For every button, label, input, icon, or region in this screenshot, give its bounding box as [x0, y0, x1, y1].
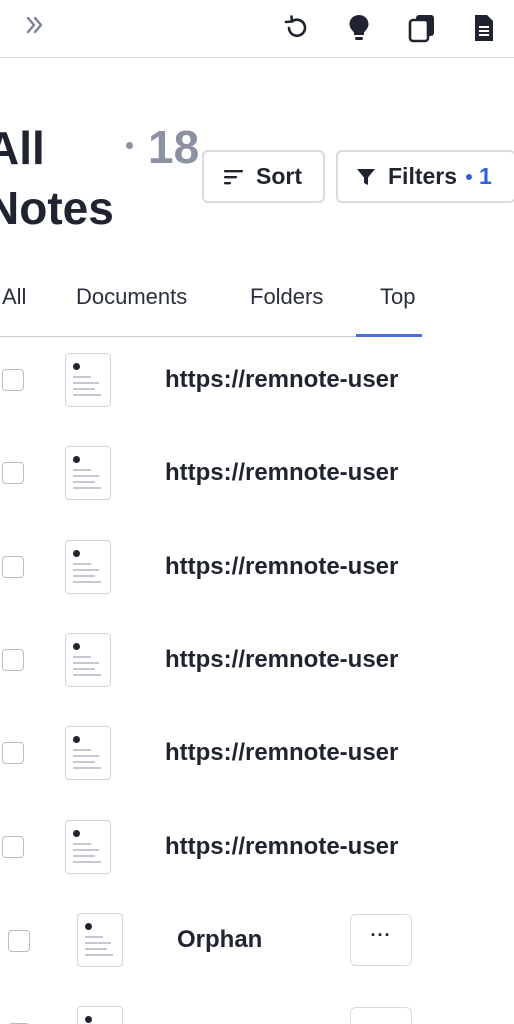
- list-item[interactable]: https://remnote-user: [0, 345, 514, 415]
- sort-icon: [224, 169, 243, 184]
- list-item[interactable]: https://remnote-user: [0, 812, 514, 882]
- tab-top[interactable]: Top: [380, 284, 415, 310]
- row-checkbox[interactable]: [2, 649, 24, 671]
- list-item[interactable]: https://remnote-user: [0, 625, 514, 695]
- notes-count: 18: [148, 121, 200, 173]
- document-thumbnail-icon: [65, 353, 111, 407]
- row-title: https://remnote-user: [165, 739, 399, 766]
- row-more-button[interactable]: [350, 1007, 412, 1024]
- row-more-button[interactable]: ···: [350, 914, 412, 966]
- tab-all[interactable]: All: [2, 284, 26, 310]
- filters-button[interactable]: Filters 1: [336, 150, 514, 203]
- row-checkbox[interactable]: [2, 836, 24, 858]
- row-title: https://remnote-user: [165, 366, 399, 393]
- page-title-line2: Notes: [0, 182, 114, 234]
- lightbulb-icon[interactable]: [343, 12, 375, 44]
- row-title: https://remnote-user: [165, 833, 399, 860]
- list-item[interactable]: [0, 998, 514, 1024]
- document-thumbnail-icon: [77, 1006, 123, 1024]
- row-title: https://remnote-user: [165, 646, 399, 673]
- list-item[interactable]: https://remnote-user: [0, 532, 514, 602]
- document-thumbnail-icon: [65, 446, 111, 500]
- sort-button[interactable]: Sort: [202, 150, 325, 203]
- document-thumbnail-icon: [65, 726, 111, 780]
- filter-icon: [357, 168, 375, 185]
- sort-label: Sort: [256, 163, 302, 189]
- list-item[interactable]: https://remnote-user: [0, 438, 514, 508]
- cards-icon[interactable]: [406, 12, 438, 44]
- document-thumbnail-icon: [65, 820, 111, 874]
- tab-folders[interactable]: Folders: [250, 284, 323, 310]
- count-separator-dot: [126, 142, 133, 149]
- history-icon[interactable]: [280, 12, 312, 44]
- filters-count: 1: [479, 163, 492, 189]
- document-thumbnail-icon: [77, 913, 123, 967]
- row-title: https://remnote-user: [165, 459, 399, 486]
- row-checkbox[interactable]: [8, 930, 30, 952]
- row-checkbox[interactable]: [2, 462, 24, 484]
- top-bar: [0, 0, 514, 58]
- document-thumbnail-icon: [65, 540, 111, 594]
- tab-documents[interactable]: Documents: [76, 284, 187, 310]
- document-thumbnail-icon: [65, 633, 111, 687]
- list-item[interactable]: https://remnote-user: [0, 718, 514, 788]
- page-title: All Notes: [0, 118, 136, 238]
- page-title-line1: All: [0, 122, 45, 174]
- list-item[interactable]: Orphan ···: [0, 905, 514, 975]
- row-checkbox[interactable]: [2, 742, 24, 764]
- row-checkbox[interactable]: [2, 556, 24, 578]
- document-icon[interactable]: [468, 12, 500, 44]
- tab-bar: All Documents Folders Top: [0, 270, 422, 337]
- active-tab-indicator: [356, 334, 422, 337]
- double-chevron-right-icon[interactable]: [22, 12, 50, 40]
- row-checkbox[interactable]: [2, 369, 24, 391]
- row-title: https://remnote-user: [165, 553, 399, 580]
- row-title: Orphan: [177, 926, 263, 953]
- filters-label: Filters: [388, 163, 458, 189]
- filters-count-dot: [466, 173, 473, 180]
